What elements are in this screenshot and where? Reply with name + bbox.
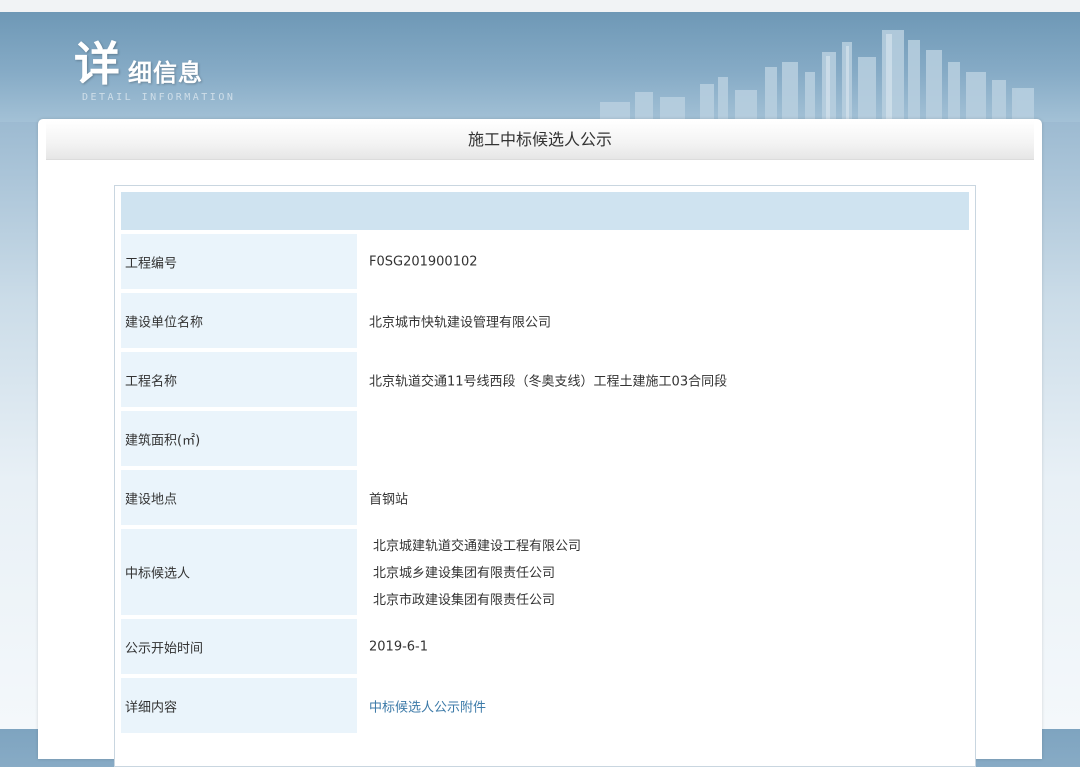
table-row: 建筑面积(㎡): [121, 411, 969, 470]
row-label: 工程名称: [121, 352, 357, 407]
table-row: 中标候选人 北京城建轨道交通建设工程有限公司 北京城乡建设集团有限责任公司 北京…: [121, 529, 969, 619]
panel-header: 施工中标候选人公示: [46, 121, 1034, 160]
detail-panel: 施工中标候选人公示 工程编号 F0SG201900102 建设单位名称 北京城市…: [38, 119, 1042, 767]
row-label: 详细内容: [121, 678, 357, 733]
row-label: 建设地点: [121, 470, 357, 525]
candidate-item: 北京市政建设集团有限责任公司: [373, 593, 556, 608]
candidate-item: 北京城建轨道交通建设工程有限公司: [373, 539, 582, 554]
table-row: 公示开始时间 2019-6-1: [121, 619, 969, 678]
row-label: 工程编号: [121, 234, 357, 289]
table-header-bar: [121, 192, 969, 230]
row-label: 建筑面积(㎡): [121, 411, 357, 466]
row-label: 建设单位名称: [121, 293, 357, 348]
table-row: 建设单位名称 北京城市快轨建设管理有限公司: [121, 293, 969, 352]
logo-english-subtitle: DETAIL INFORMATION: [82, 92, 236, 103]
logo-big-char: 详: [74, 37, 120, 91]
table-row: 建设地点 首钢站: [121, 470, 969, 529]
page-title: 施工中标候选人公示: [467, 130, 612, 149]
row-value: 首钢站: [361, 470, 969, 525]
table-row: 详细内容 中标候选人公示附件: [121, 678, 969, 737]
row-value: 北京轨道交通11号线西段（冬奥支线）工程土建施工03合同段: [361, 352, 969, 407]
row-label: 公示开始时间: [121, 619, 357, 674]
row-value: 北京城建轨道交通建设工程有限公司 北京城乡建设集团有限责任公司 北京市政建设集团…: [361, 529, 969, 615]
row-value: [361, 411, 969, 466]
candidate-item: 北京城乡建设集团有限责任公司: [373, 566, 556, 581]
row-label: 中标候选人: [121, 529, 357, 615]
logo-title: 细信息: [128, 59, 203, 87]
table-row: 工程名称 北京轨道交通11号线西段（冬奥支线）工程土建施工03合同段: [121, 352, 969, 411]
row-value: 2019-6-1: [361, 619, 969, 674]
candidate-list: 北京城建轨道交通建设工程有限公司 北京城乡建设集团有限责任公司 北京市政建设集团…: [373, 533, 581, 614]
row-value: F0SG201900102: [361, 234, 969, 289]
city-skyline-icon: [600, 30, 1034, 122]
row-value: 中标候选人公示附件: [361, 678, 969, 733]
attachment-link[interactable]: 中标候选人公示附件: [369, 696, 486, 715]
banner: 详 细信息 DETAIL INFORMATION: [0, 12, 1080, 122]
row-value: 北京城市快轨建设管理有限公司: [361, 293, 969, 348]
table-row: 工程编号 F0SG201900102: [121, 234, 969, 293]
detail-table: 工程编号 F0SG201900102 建设单位名称 北京城市快轨建设管理有限公司…: [114, 185, 976, 767]
logo: 详 细信息 DETAIL INFORMATION: [74, 36, 334, 116]
